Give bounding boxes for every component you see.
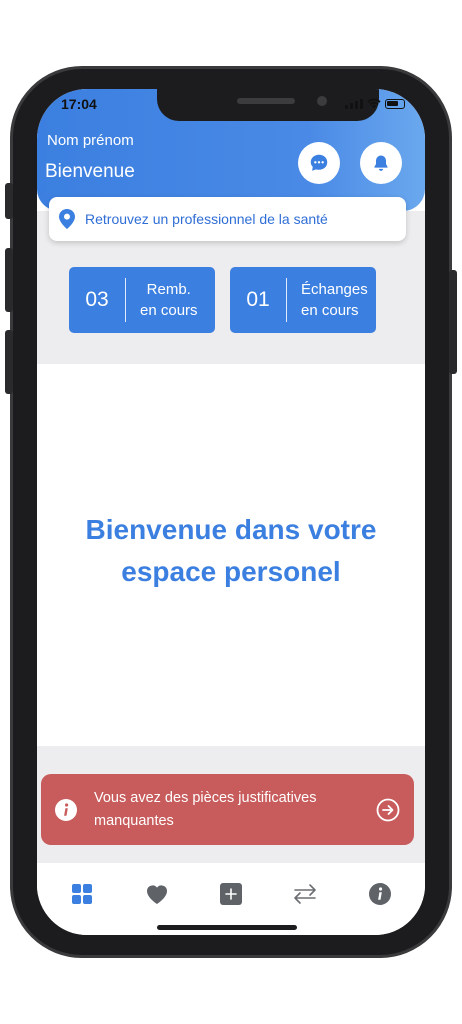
alert-line2: manquantes	[94, 812, 174, 829]
front-camera	[317, 96, 327, 106]
main-content: Bienvenue dans votre espace personel	[37, 364, 425, 746]
tab-exchanges[interactable]	[283, 872, 327, 916]
phone-volume-up	[5, 248, 13, 312]
stat-label-line1: Échanges	[301, 281, 368, 298]
messages-button[interactable]	[298, 142, 340, 184]
info-icon	[55, 798, 77, 821]
stat-label-line1: Remb.	[146, 281, 191, 298]
plus-square-icon	[219, 883, 242, 905]
stat-label: Remb. en cours	[126, 279, 198, 321]
location-pin-icon	[59, 209, 75, 229]
stat-label-line2: en cours	[140, 302, 198, 319]
tab-dashboard[interactable]	[60, 872, 104, 916]
phone-power-button	[449, 270, 457, 374]
stat-count: 03	[85, 288, 109, 311]
welcome-line2: espace personel	[121, 556, 341, 587]
stat-label-line2: en cours	[301, 302, 359, 319]
app-screen: Nom prénom Bienvenue 17:04 Retrouvez un …	[37, 89, 425, 935]
find-professional-label: Retrouvez un professionnel de la santé	[85, 211, 328, 227]
stat-card-reimbursements[interactable]: 03 Remb. en cours	[69, 267, 215, 333]
phone-mute-switch	[5, 183, 13, 219]
welcome-line1: Bienvenue dans votre	[85, 514, 377, 545]
stat-count: 01	[246, 288, 270, 311]
chat-bubble-icon	[310, 154, 328, 171]
notifications-button[interactable]	[360, 142, 402, 184]
phone-volume-down	[5, 330, 13, 394]
missing-documents-alert[interactable]: Vous avez des pièces justificatives manq…	[41, 774, 414, 845]
greeting-text: Bienvenue	[45, 161, 135, 182]
wifi-icon	[367, 98, 381, 109]
stat-label: Échanges en cours	[287, 279, 368, 321]
heart-icon	[146, 885, 167, 904]
tab-info[interactable]	[358, 872, 402, 916]
arrow-right-circle-icon[interactable]	[376, 798, 400, 822]
status-time: 17:04	[61, 96, 97, 112]
battery-icon	[385, 98, 405, 109]
speaker-grille	[237, 98, 295, 104]
tab-favorites[interactable]	[135, 872, 179, 916]
tab-add[interactable]	[209, 872, 253, 916]
stat-card-exchanges[interactable]: 01 Échanges en cours	[230, 267, 376, 333]
find-professional-button[interactable]: Retrouvez un professionnel de la santé	[49, 197, 406, 241]
exchange-arrows-icon	[294, 884, 317, 904]
home-indicator[interactable]	[157, 925, 297, 930]
alert-line1: Vous avez des pièces justificatives	[94, 789, 317, 806]
welcome-heading: Bienvenue dans votre espace personel	[37, 509, 425, 593]
bell-icon	[374, 155, 388, 171]
signal-icon	[345, 98, 363, 109]
status-icons	[345, 98, 405, 109]
user-name: Nom prénom	[47, 132, 134, 149]
alert-message: Vous avez des pièces justificatives manq…	[94, 787, 354, 833]
info-icon	[368, 883, 391, 905]
dashboard-icon	[72, 884, 93, 904]
